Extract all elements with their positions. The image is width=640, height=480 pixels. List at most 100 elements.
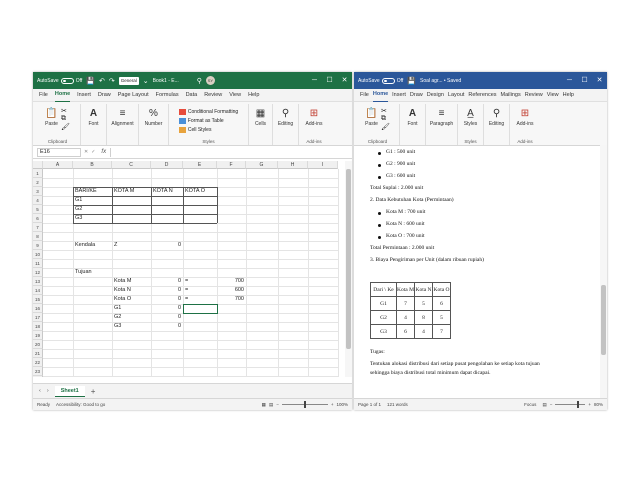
autosave-toggle[interactable]	[60, 77, 74, 84]
sheet-tab-sheet1[interactable]: Sheet1	[54, 385, 85, 397]
word-zoom-in-icon[interactable]: +	[588, 402, 591, 407]
paste-button[interactable]: 📋 Paste	[45, 107, 58, 131]
cell-e3[interactable]: KOTA O	[183, 187, 217, 196]
vertical-scrollbar[interactable]	[345, 161, 352, 377]
scrollbar-thumb[interactable]	[346, 169, 351, 349]
word-autosave-control[interactable]: AutoSave Off	[358, 77, 403, 84]
cell-d17[interactable]: 0	[151, 313, 183, 322]
tab-formulas[interactable]: Formulas	[156, 89, 179, 102]
cell-d15[interactable]: 0	[151, 295, 183, 304]
row-header[interactable]: 10	[33, 250, 43, 259]
word-minimize-icon[interactable]: ─	[562, 72, 577, 89]
cell-c18[interactable]: G3	[112, 322, 151, 331]
word-editing-button[interactable]: ⚲ Editing	[489, 107, 504, 128]
cell-b12[interactable]: Tujuan	[73, 268, 112, 277]
row-header[interactable]: 15	[33, 295, 43, 304]
minimize-icon[interactable]: ─	[307, 72, 322, 89]
row-header[interactable]: 18	[33, 322, 43, 331]
row-header[interactable]: 23	[33, 367, 43, 376]
read-mode-icon[interactable]: ▤	[542, 402, 546, 408]
undo-icon[interactable]: ↶	[99, 77, 105, 85]
word-tab-home[interactable]: Home	[372, 88, 389, 102]
format-painter-icon[interactable]: 🖌	[61, 123, 70, 131]
save-icon[interactable]: 💾	[86, 77, 95, 85]
row-header[interactable]: 8	[33, 232, 43, 241]
cell-c16[interactable]: G1	[112, 304, 151, 313]
file-title[interactable]: Book1 - E...	[153, 78, 179, 84]
maximize-icon[interactable]: ☐	[322, 72, 337, 89]
word-zoom-slider[interactable]	[555, 401, 586, 408]
zoom-in-icon[interactable]: +	[331, 402, 334, 407]
word-autosave-toggle[interactable]	[381, 77, 395, 84]
cell-b9[interactable]: Kendala	[73, 241, 112, 250]
cell-b5[interactable]: G2	[73, 205, 112, 214]
tab-review[interactable]: Review	[204, 89, 222, 102]
autosave-control[interactable]: AutoSave Off	[37, 77, 82, 84]
word-font-button[interactable]: A Font	[407, 107, 419, 128]
word-format-painter-icon[interactable]: 🖌	[381, 123, 390, 131]
column-header[interactable]: H	[278, 161, 308, 169]
word-cut-icon[interactable]: ✂	[381, 107, 390, 115]
zoom-level[interactable]: 100%	[336, 402, 348, 407]
column-header[interactable]: D	[151, 161, 183, 169]
cell-f13[interactable]: 700	[217, 277, 246, 286]
tab-data[interactable]: Data	[186, 89, 198, 102]
word-maximize-icon[interactable]: ☐	[577, 72, 592, 89]
word-copy-icon[interactable]: ⧉	[381, 115, 390, 123]
close-icon[interactable]: ✕	[337, 72, 352, 89]
cells-button[interactable]: ▦ Cells	[255, 107, 267, 128]
row-header[interactable]: 16	[33, 304, 43, 313]
formula-input[interactable]	[110, 147, 352, 157]
conditional-formatting-button[interactable]: Conditional Formatting	[178, 107, 238, 116]
tab-home[interactable]: Home	[54, 88, 71, 102]
cell-f15[interactable]: 700	[217, 295, 246, 304]
cell-equals[interactable]: =	[185, 295, 188, 304]
tab-help[interactable]: Help	[248, 89, 259, 102]
page-layout-view-icon[interactable]: ▤	[269, 402, 273, 408]
row-header[interactable]: 12	[33, 268, 43, 277]
addins-button[interactable]: ⊞ Add-ins	[306, 107, 323, 128]
normal-view-icon[interactable]: ▦	[262, 402, 266, 408]
cell-f14[interactable]: 600	[217, 286, 246, 295]
tab-page-layout[interactable]: Page Layout	[118, 89, 149, 102]
cell-equals[interactable]: =	[185, 286, 188, 295]
column-header[interactable]: I	[308, 161, 338, 169]
word-scrollbar-thumb[interactable]	[601, 285, 606, 355]
customize-toolbar-icon[interactable]: ⌄	[143, 77, 149, 85]
cell-c15[interactable]: Kota O	[112, 295, 151, 304]
zoom-slider[interactable]	[281, 401, 328, 408]
row-header[interactable]: 13	[33, 277, 43, 286]
spreadsheet-grid[interactable]: A B C D E F G H I 1 2 3 4 5 6 7 8 9 10 11 12 13 14 15 16 17 18 19 20…	[33, 161, 345, 377]
search-icon[interactable]: ⚲	[197, 77, 202, 85]
cell-c9[interactable]: Z	[112, 241, 151, 250]
number-format-box[interactable]: General	[118, 76, 139, 85]
row-header[interactable]: 22	[33, 358, 43, 367]
cancel-icon[interactable]: ✕	[84, 149, 88, 155]
word-tab-mailings[interactable]: Mailings	[501, 89, 521, 102]
word-close-icon[interactable]: ✕	[592, 72, 607, 89]
cell-equals[interactable]: =	[185, 277, 188, 286]
column-header[interactable]: G	[246, 161, 278, 169]
row-header[interactable]: 6	[33, 214, 43, 223]
column-header[interactable]: F	[217, 161, 246, 169]
select-all-corner[interactable]	[33, 161, 43, 169]
avatar[interactable]: SY	[205, 76, 215, 85]
row-header[interactable]: 2	[33, 178, 43, 187]
tab-file[interactable]: File	[39, 89, 48, 102]
row-header[interactable]: 17	[33, 313, 43, 322]
row-header[interactable]: 11	[33, 259, 43, 268]
zoom-out-icon[interactable]: −	[276, 402, 279, 407]
word-count[interactable]: 121 words	[387, 402, 408, 407]
word-tab-draw[interactable]: Draw	[410, 89, 423, 102]
cell-c14[interactable]: Kota N	[112, 286, 151, 295]
word-vertical-scrollbar[interactable]	[600, 145, 607, 398]
cell-c17[interactable]: G2	[112, 313, 151, 322]
row-header[interactable]: 5	[33, 205, 43, 214]
cell-d16[interactable]: 0	[151, 304, 183, 313]
row-header[interactable]: 24	[33, 376, 43, 377]
cut-icon[interactable]: ✂	[61, 107, 70, 115]
word-tab-layout[interactable]: Layout	[448, 89, 465, 102]
cell-b4[interactable]: G1	[73, 196, 112, 205]
word-file-title[interactable]: Soal agr... • Saved	[420, 78, 461, 84]
word-tab-view[interactable]: View	[547, 89, 559, 102]
